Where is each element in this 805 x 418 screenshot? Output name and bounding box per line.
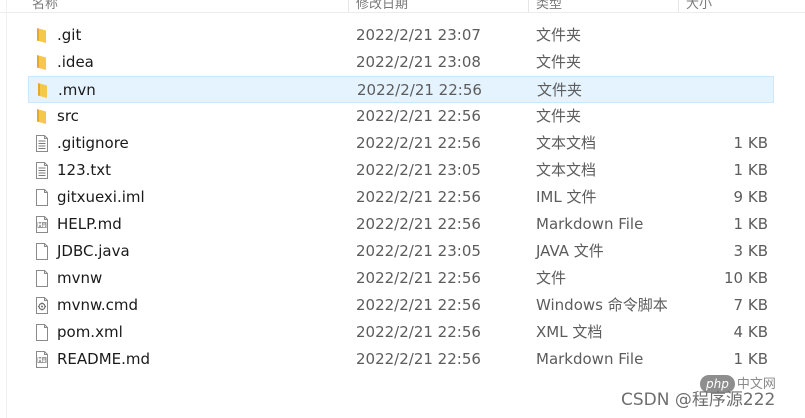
folder-icon xyxy=(34,107,50,126)
file-name: gitxuexi.iml xyxy=(57,188,145,206)
file-row[interactable]: .gitignore 2022/2/21 22:56 文本文档 1 KB xyxy=(28,130,774,157)
file-size: 4 KB xyxy=(733,323,768,341)
file-type: XML 文档 xyxy=(536,323,603,341)
file-row[interactable]: src 2022/2/21 22:56 文件夹 xyxy=(28,103,774,130)
blank-file-icon xyxy=(34,323,50,342)
file-type: IML 文件 xyxy=(536,188,597,206)
markdown-file-icon xyxy=(34,215,50,234)
file-date: 2022/2/21 23:05 xyxy=(356,161,481,179)
file-type: JAVA 文件 xyxy=(536,242,604,260)
file-date: 2022/2/21 22:56 xyxy=(356,107,481,125)
file-row[interactable]: gitxuexi.iml 2022/2/21 22:56 IML 文件 9 KB xyxy=(28,184,774,211)
file-date: 2022/2/21 22:56 xyxy=(356,350,481,368)
column-header-type[interactable]: 类型 xyxy=(536,0,562,12)
file-row[interactable]: .idea 2022/2/21 23:08 文件夹 xyxy=(28,49,774,76)
folder-icon xyxy=(34,26,50,45)
file-name: src xyxy=(57,107,79,125)
file-row[interactable]: 123.txt 2022/2/21 23:05 文本文档 1 KB xyxy=(28,157,774,184)
cmd-script-icon xyxy=(34,296,50,315)
column-header-size[interactable]: 大小 xyxy=(686,0,712,12)
column-header-date[interactable]: 修改日期 xyxy=(356,0,408,12)
file-row[interactable]: JDBC.java 2022/2/21 23:05 JAVA 文件 3 KB xyxy=(28,238,774,265)
file-name: mvnw xyxy=(57,269,103,287)
file-name: HELP.md xyxy=(57,215,122,233)
column-divider[interactable] xyxy=(678,0,679,12)
file-name: .git xyxy=(57,26,82,44)
file-row[interactable]: .git 2022/2/21 23:07 文件夹 xyxy=(28,22,774,49)
file-size: 10 KB xyxy=(724,269,768,287)
file-type: 文本文档 xyxy=(536,161,597,179)
blank-file-icon xyxy=(34,269,50,288)
file-date: 2022/2/21 22:56 xyxy=(356,134,481,152)
file-row[interactable]: pom.xml 2022/2/21 22:56 XML 文档 4 KB xyxy=(28,319,774,346)
file-size: 7 KB xyxy=(733,296,768,314)
blank-file-icon xyxy=(34,242,50,261)
file-date: 2022/2/21 22:56 xyxy=(356,188,481,206)
file-size: 1 KB xyxy=(733,161,768,179)
file-date: 2022/2/21 22:56 xyxy=(357,81,482,99)
text-document-icon xyxy=(34,134,50,153)
column-divider[interactable] xyxy=(528,0,529,12)
file-date: 2022/2/21 23:07 xyxy=(356,26,481,44)
file-type: 文件夹 xyxy=(537,81,583,99)
file-name: README.md xyxy=(57,350,151,368)
file-name: .gitignore xyxy=(57,134,129,152)
file-name: JDBC.java xyxy=(57,242,130,260)
file-type: Markdown File xyxy=(536,350,644,368)
file-type: 文件夹 xyxy=(536,26,582,44)
file-type: Windows 命令脚本 xyxy=(536,296,668,314)
file-date: 2022/2/21 22:56 xyxy=(356,215,481,233)
pane-edge xyxy=(6,0,7,418)
file-type: Markdown File xyxy=(536,215,644,233)
file-date: 2022/2/21 23:08 xyxy=(356,53,481,71)
file-row[interactable]: mvnw.cmd 2022/2/21 22:56 Windows 命令脚本 7 KB xyxy=(28,292,774,319)
file-row[interactable]: mvnw 2022/2/21 22:56 文件 10 KB xyxy=(28,265,774,292)
watermark-text: CSDN @程序源222 xyxy=(621,390,776,410)
file-row[interactable]: .mvn 2022/2/21 22:56 文件夹 xyxy=(28,76,774,103)
file-size: 9 KB xyxy=(733,188,768,206)
file-name: 123.txt xyxy=(57,161,112,179)
file-date: 2022/2/21 22:56 xyxy=(356,296,481,314)
file-date: 2022/2/21 23:05 xyxy=(356,242,481,260)
text-document-icon xyxy=(34,161,50,180)
file-date: 2022/2/21 22:56 xyxy=(356,323,481,341)
file-row[interactable]: HELP.md 2022/2/21 22:56 Markdown File 1 KB xyxy=(28,211,774,238)
file-size: 1 KB xyxy=(733,134,768,152)
file-name: .idea xyxy=(57,53,94,71)
column-header-name[interactable]: 名称 xyxy=(32,0,58,12)
folder-icon xyxy=(35,81,51,100)
file-size: 3 KB xyxy=(733,242,768,260)
file-type: 文件夹 xyxy=(536,107,582,125)
file-type: 文件 xyxy=(536,269,567,287)
file-name: mvnw.cmd xyxy=(57,296,139,314)
file-date: 2022/2/21 22:56 xyxy=(356,269,481,287)
markdown-file-icon xyxy=(34,350,50,369)
file-row[interactable]: README.md 2022/2/21 22:56 Markdown File 1 K… xyxy=(28,346,774,373)
blank-file-icon xyxy=(34,188,50,207)
column-header: 名称 修改日期 类型 大小 xyxy=(0,0,805,13)
column-divider[interactable] xyxy=(348,0,349,12)
folder-icon xyxy=(34,53,50,72)
file-name: .mvn xyxy=(58,81,96,99)
file-name: pom.xml xyxy=(57,323,123,341)
file-size: 1 KB xyxy=(733,215,768,233)
file-type: 文本文档 xyxy=(536,134,597,152)
file-type: 文件夹 xyxy=(536,53,582,71)
file-size: 1 KB xyxy=(733,350,768,368)
